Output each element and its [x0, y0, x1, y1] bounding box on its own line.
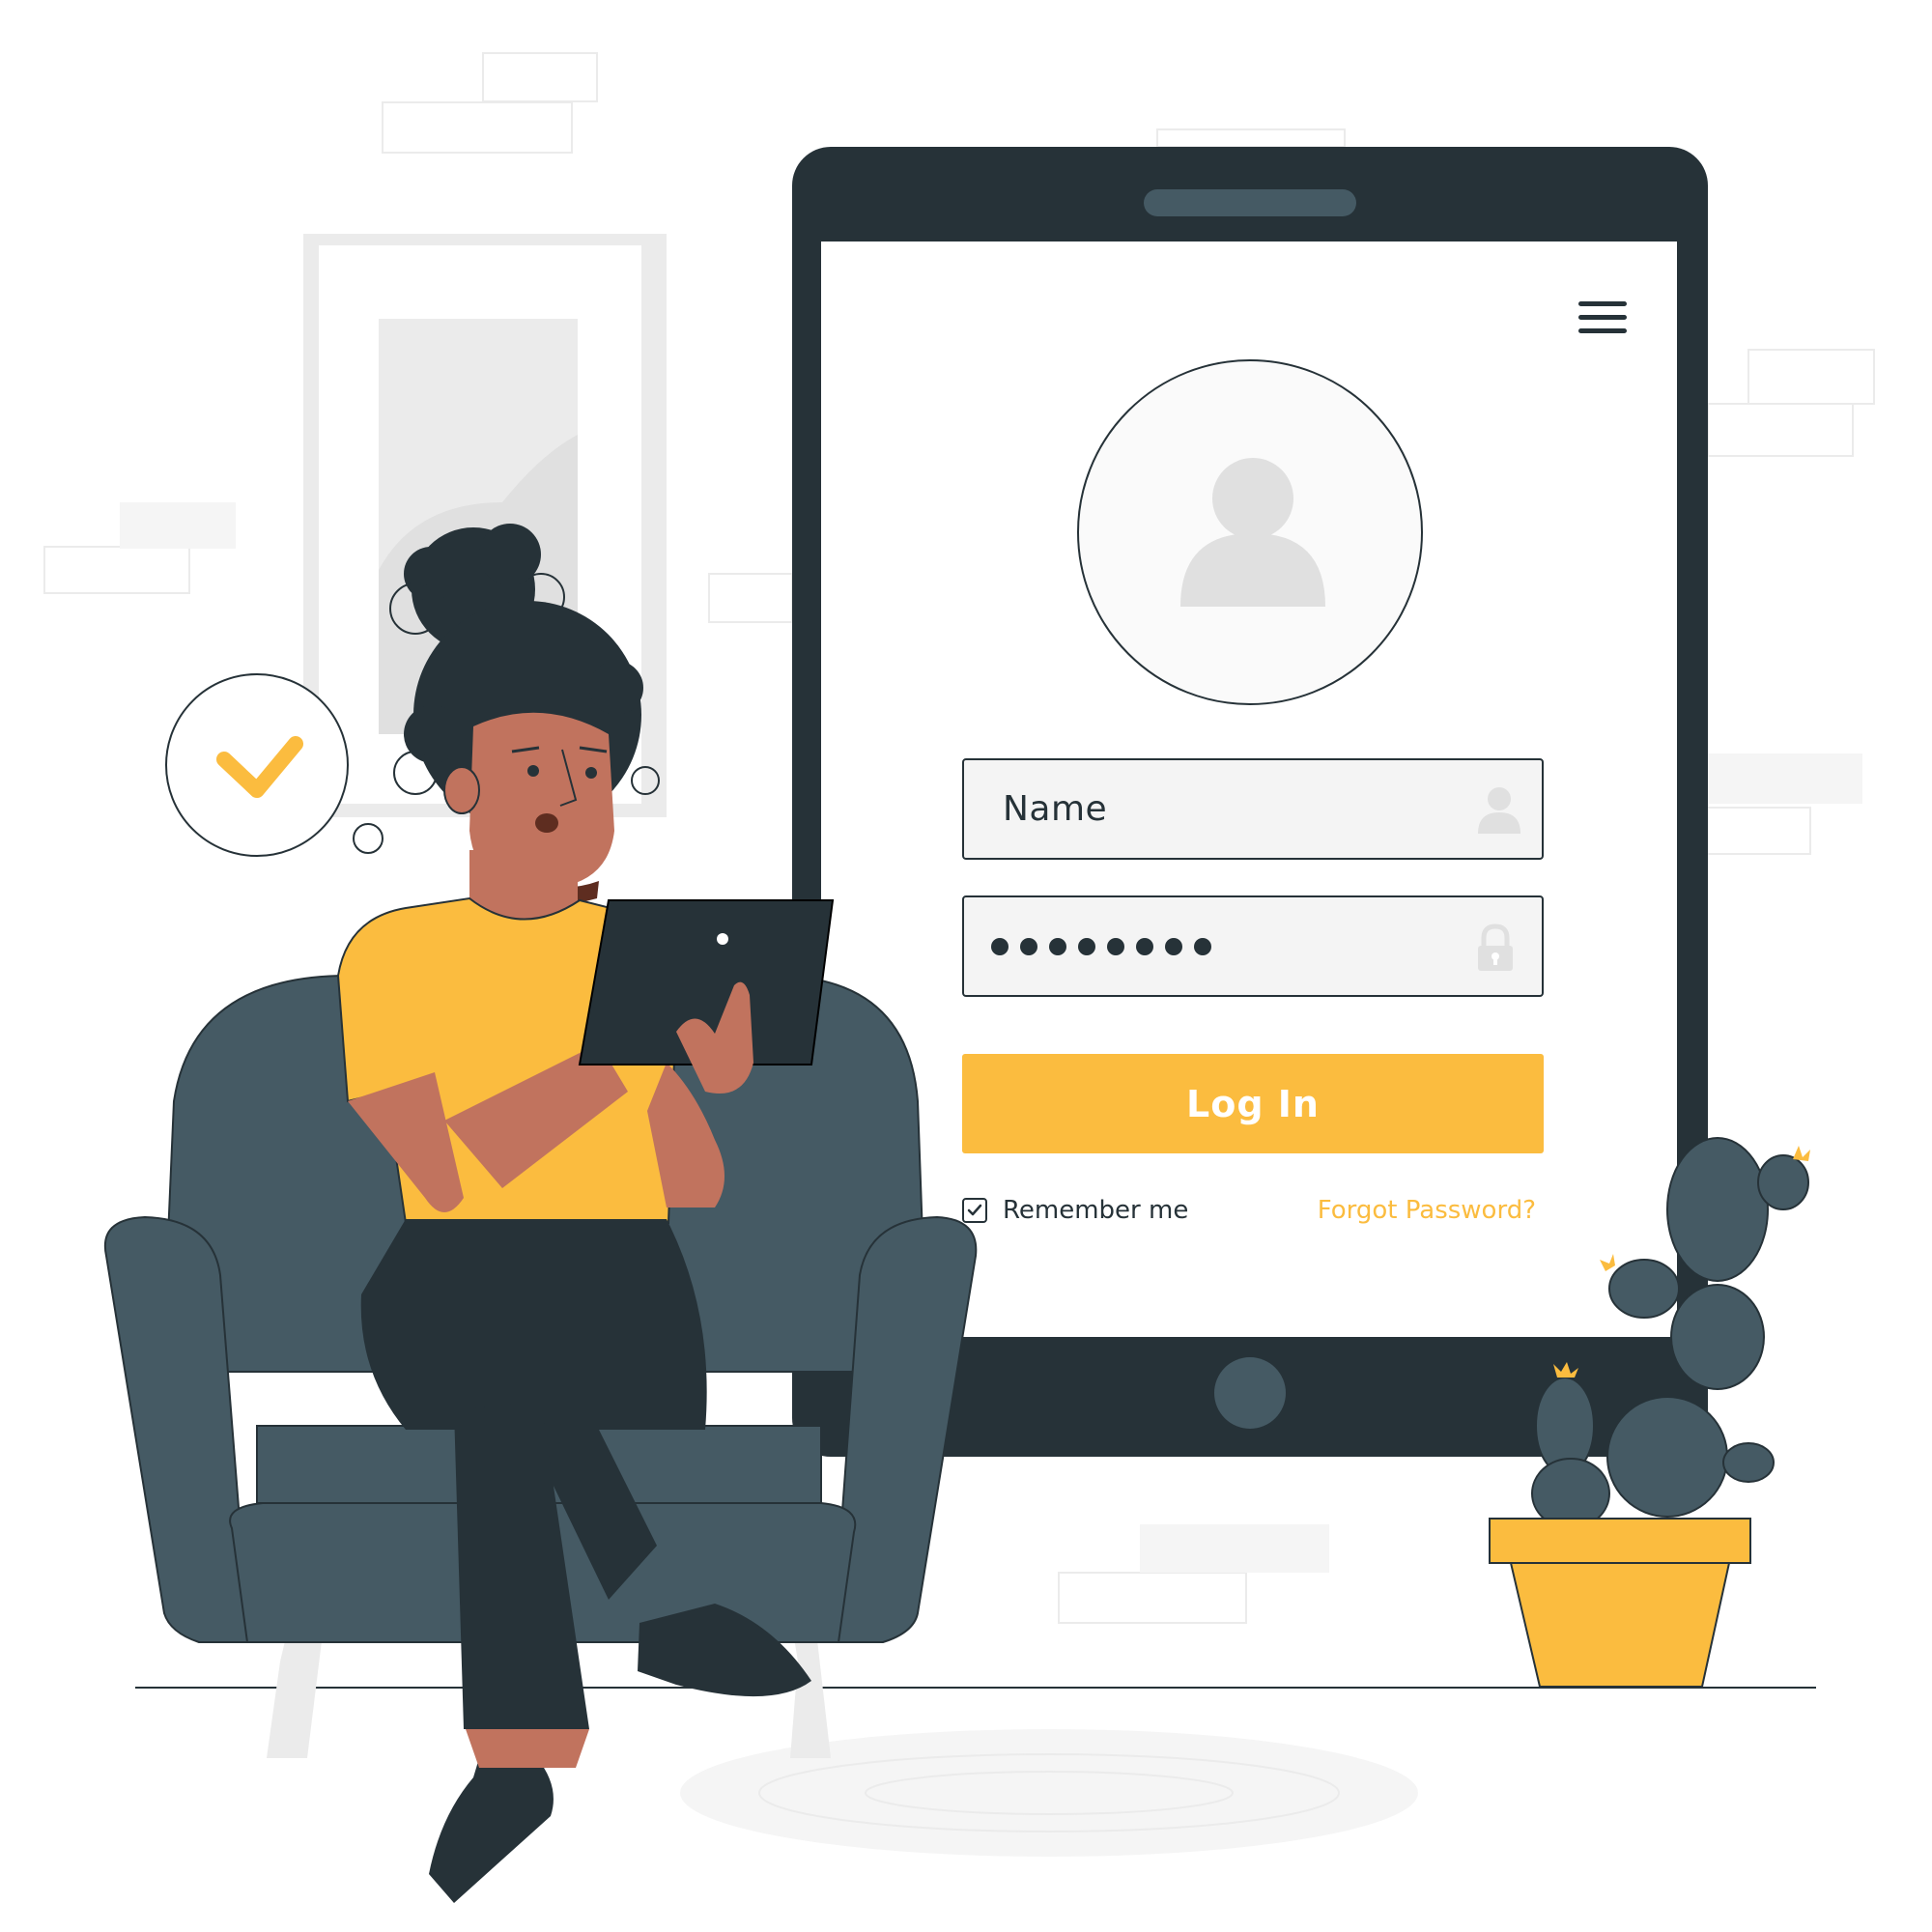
lock-icon — [1478, 923, 1513, 971]
remember-me-label: Remember me — [1003, 1196, 1189, 1225]
user-icon — [1478, 787, 1520, 834]
name-field-value: Name — [1003, 789, 1108, 829]
forgot-password-link[interactable]: Forgot Password? — [1318, 1196, 1536, 1225]
remember-me-checkbox[interactable] — [962, 1198, 987, 1223]
password-mask — [991, 937, 1211, 955]
name-field[interactable]: Name — [962, 758, 1544, 860]
remember-me[interactable]: Remember me — [962, 1196, 1188, 1225]
log-in-button[interactable]: Log In — [962, 1054, 1544, 1153]
login-screen: Name Log In Remember me Forgot Password? — [0, 0, 1932, 1932]
checkmark-icon — [967, 1204, 982, 1216]
password-field[interactable] — [962, 895, 1544, 997]
hamburger-menu-icon[interactable] — [1578, 301, 1627, 338]
